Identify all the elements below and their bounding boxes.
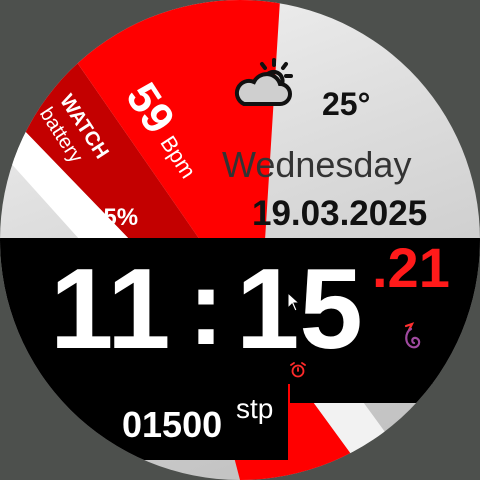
temperature: 25° <box>322 86 371 122</box>
mouse-cursor-icon <box>287 292 301 312</box>
date: 19.03.2025 <box>252 194 428 233</box>
watch-face: 25° Wednesday 19.03.2025 59 Bpm WATCH ba… <box>0 0 480 480</box>
steps-value: 01500 <box>122 404 223 445</box>
steps-unit: stp <box>236 393 274 424</box>
time-seconds: .21 <box>372 236 450 299</box>
spiral-app-icon[interactable] <box>402 322 424 352</box>
time-band-edge <box>290 383 480 403</box>
partly-cloudy-icon <box>234 58 293 106</box>
time-hours: 11 <box>50 246 171 373</box>
battery-percent: 65% <box>90 204 139 231</box>
alarm-icon[interactable] <box>289 361 307 379</box>
weekday: Wednesday <box>222 144 412 185</box>
time-separator: : <box>188 246 224 367</box>
